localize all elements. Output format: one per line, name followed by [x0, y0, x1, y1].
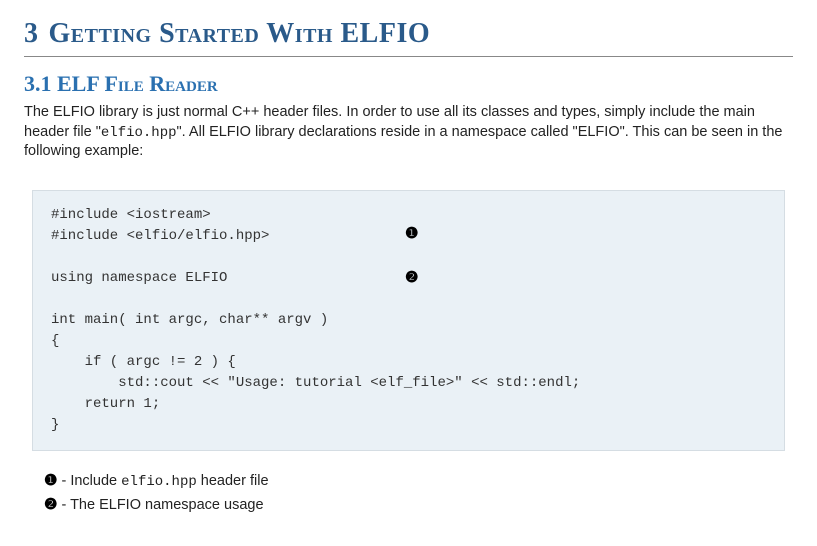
section-heading: 3.1 ELF File Reader: [24, 71, 793, 97]
callout-marker-1: ❶: [405, 223, 418, 246]
chapter-number: 3: [24, 18, 39, 49]
callout-1-code: elfio.hpp: [121, 474, 197, 490]
callout-2-dash: -: [57, 497, 70, 513]
section-number: 3.1: [24, 71, 52, 96]
chapter-heading: 3 Getting Started With ELFIO: [24, 18, 793, 50]
chapter-title: Getting Started With ELFIO: [49, 18, 431, 49]
code-text: #include <iostream> #include <elfio/elfi…: [51, 207, 580, 433]
callout-2-text: The ELFIO namespace usage: [70, 497, 263, 513]
callout-list: ❶ - Include elfio.hpp header file ❷ - Th…: [44, 469, 773, 518]
inline-code-elfio: elfio.hpp: [101, 125, 177, 141]
code-block: ❶ ❷#include <iostream> #include <elfio/el…: [32, 190, 785, 451]
section-title: ELF File Reader: [57, 71, 218, 96]
callout-1-post: header file: [197, 473, 269, 489]
callout-2-marker: ❷: [44, 496, 57, 513]
callout-1-pre: Include: [70, 473, 121, 489]
callout-1-dash: -: [57, 473, 70, 489]
intro-paragraph: The ELFIO library is just normal C++ hea…: [24, 103, 793, 162]
callout-marker-2: ❷: [405, 267, 418, 290]
callout-item-1: ❶ - Include elfio.hpp header file: [44, 469, 773, 493]
heading-rule: [24, 56, 793, 57]
callout-item-2: ❷ - The ELFIO namespace usage: [44, 493, 773, 517]
callout-1-marker: ❶: [44, 472, 57, 489]
